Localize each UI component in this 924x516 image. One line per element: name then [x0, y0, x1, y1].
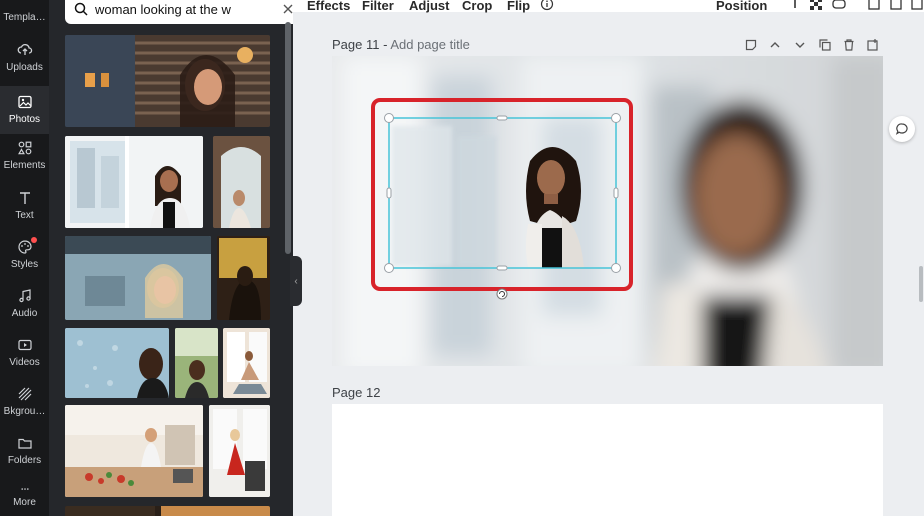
- info-icon[interactable]: [540, 0, 554, 11]
- adjust-button[interactable]: Adjust: [409, 0, 449, 13]
- duplicate-icon[interactable]: [889, 0, 903, 11]
- filter-button[interactable]: Filter: [362, 0, 394, 13]
- rail-audio-label: Audio: [11, 308, 38, 319]
- photo-man-rainy-window: [65, 328, 169, 398]
- photo-thumbnail[interactable]: [213, 136, 270, 228]
- rail-folders-label: Folders: [7, 455, 42, 466]
- link-icon[interactable]: [832, 0, 846, 11]
- photo-thumbnail[interactable]: [175, 328, 218, 398]
- rail-styles[interactable]: Styles: [0, 237, 49, 279]
- design-page-12[interactable]: [332, 404, 883, 516]
- rail-templates-label: Templa…: [3, 12, 46, 23]
- rail-background[interactable]: Bkgrou…: [0, 386, 49, 426]
- panel-scrollbar[interactable]: [285, 22, 291, 254]
- design-page-11[interactable]: [332, 56, 883, 366]
- rail-uploads[interactable]: Uploads: [0, 42, 49, 82]
- palette-icon: [17, 240, 32, 254]
- rail-uploads-label: Uploads: [6, 62, 43, 73]
- rail-folders[interactable]: Folders: [0, 435, 49, 475]
- photo-woman-silhouette-window: [217, 236, 270, 320]
- delete-page-icon[interactable]: [842, 38, 856, 52]
- search-icon: [74, 2, 88, 16]
- comment-icon: [895, 123, 908, 135]
- transparency-icon[interactable]: [809, 0, 823, 11]
- image-toolbar: Effects Filter Adjust Crop Flip Position: [293, 0, 924, 13]
- flip-button[interactable]: Flip: [507, 0, 530, 13]
- rail-audio[interactable]: Audio: [0, 288, 49, 328]
- photo-woman-window-day: [65, 136, 203, 228]
- photo-woman-garden: [175, 328, 218, 398]
- position-button[interactable]: Position: [716, 0, 767, 13]
- page-12-label: Page 12: [332, 385, 381, 400]
- rail-background-label: Bkgrou…: [3, 406, 46, 417]
- image-icon: [17, 95, 32, 109]
- photo-woman-car-window: [65, 236, 211, 320]
- rail-photos-label: Photos: [8, 114, 41, 125]
- photo-woman-red-dress: [209, 405, 270, 497]
- video-icon: [17, 339, 32, 351]
- canvas-scrollbar[interactable]: [919, 266, 923, 302]
- page-title-input[interactable]: Add page title: [390, 37, 470, 52]
- page-11-label: Page 11 -: [332, 37, 388, 52]
- move-page-up-icon[interactable]: [768, 38, 782, 52]
- chevron-left-icon: ‹: [294, 275, 298, 287]
- photo-thumbnail[interactable]: [223, 328, 270, 398]
- add-page-icon[interactable]: [866, 38, 880, 52]
- clear-search-icon[interactable]: [281, 2, 293, 16]
- photo-thumbnail[interactable]: [209, 405, 270, 497]
- photo-thumbnail[interactable]: [65, 328, 169, 398]
- rail-text[interactable]: Text: [0, 190, 49, 230]
- notes-icon[interactable]: [744, 38, 758, 52]
- more-dots-icon: [20, 488, 29, 490]
- lock-icon[interactable]: [867, 0, 881, 11]
- rail-templates[interactable]: Templa…: [0, 0, 49, 30]
- photo-thumbnail[interactable]: [65, 136, 203, 228]
- collapse-panel-button[interactable]: ‹: [290, 256, 302, 306]
- photo-woman-blinds-night: [65, 35, 270, 127]
- search-box[interactable]: [65, 0, 293, 24]
- canvas-artwork: [332, 56, 883, 366]
- rail-photos[interactable]: Photos: [0, 86, 49, 134]
- text-icon: [19, 192, 30, 204]
- rail-text-label: Text: [15, 210, 34, 221]
- rail-more[interactable]: More: [0, 484, 49, 516]
- photo-woman-kitchen: [65, 405, 203, 497]
- folder-icon: [17, 438, 32, 449]
- duplicate-page-icon[interactable]: [818, 38, 832, 52]
- photo-partial-row: [65, 506, 270, 516]
- page-11-header: Page 11 - Add page title: [332, 37, 470, 52]
- photo-thumbnail[interactable]: [65, 35, 270, 127]
- search-input[interactable]: [95, 1, 235, 17]
- rail-styles-label: Styles: [10, 259, 39, 270]
- background-icon: [18, 387, 31, 401]
- paint-format-icon[interactable]: [788, 0, 802, 11]
- rail-videos-label: Videos: [9, 357, 40, 368]
- music-note-icon: [18, 289, 31, 303]
- photo-thumbnail[interactable]: [65, 405, 203, 497]
- photos-panel: [49, 0, 293, 516]
- delete-icon[interactable]: [910, 0, 924, 11]
- notification-dot: [31, 237, 37, 243]
- comment-button[interactable]: [889, 116, 915, 142]
- shapes-icon: [17, 141, 31, 155]
- rail-more-label: More: [13, 497, 36, 508]
- crop-button[interactable]: Crop: [462, 0, 492, 13]
- photo-thumbnail[interactable]: [217, 236, 270, 320]
- rail-elements-label: Elements: [3, 160, 46, 171]
- photo-woman-doorway: [213, 136, 270, 228]
- rail-videos[interactable]: Videos: [0, 337, 49, 377]
- upload-cloud-icon: [17, 43, 32, 55]
- move-page-down-icon[interactable]: [793, 38, 807, 52]
- effects-button[interactable]: Effects: [307, 0, 350, 13]
- photo-woman-sitting-window: [223, 328, 270, 398]
- photo-thumbnail[interactable]: [65, 236, 211, 320]
- rail-elements[interactable]: Elements: [0, 140, 49, 180]
- photo-thumbnail[interactable]: [65, 506, 270, 516]
- left-nav-rail: Templa… Uploads Photos Elements Text Sty…: [0, 0, 49, 516]
